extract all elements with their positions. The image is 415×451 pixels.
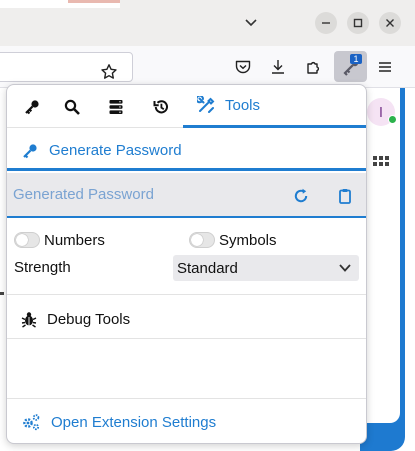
avatar[interactable]: I <box>367 98 397 126</box>
tools-icon <box>197 96 215 113</box>
hamburger-menu-icon[interactable] <box>372 54 398 80</box>
generate-password-button[interactable]: Generate Password <box>7 133 366 171</box>
divider <box>7 294 366 295</box>
symbols-toggle[interactable] <box>189 232 215 248</box>
numbers-label: Numbers <box>44 231 105 249</box>
tab-search[interactable] <box>55 85 89 128</box>
close-icon <box>386 19 394 27</box>
numbers-toggle[interactable] <box>14 232 40 248</box>
refresh-icon <box>294 188 308 203</box>
browser-tab[interactable] <box>0 0 120 8</box>
strength-value: Standard <box>177 259 238 277</box>
symbols-option: Symbols <box>189 229 277 251</box>
strength-select[interactable]: Standard <box>173 255 359 281</box>
history-icon <box>153 99 168 113</box>
search-icon <box>64 99 80 115</box>
page-text-fragment <box>0 292 4 295</box>
generated-password-field <box>7 173 366 218</box>
key-icon <box>23 143 37 158</box>
database-icon <box>109 99 123 114</box>
maximize-icon <box>353 18 363 28</box>
apps-grid-icon[interactable] <box>372 155 390 178</box>
divider <box>7 398 366 399</box>
keepassxc-popup: Tools Generate Password Numbers Symbols … <box>6 84 367 444</box>
divider <box>7 338 366 339</box>
tab-databases[interactable] <box>99 85 133 128</box>
titlebar <box>0 0 415 46</box>
symbols-label: Symbols <box>219 231 277 249</box>
chevron-down-icon <box>339 264 351 272</box>
debug-tools-button[interactable]: Debug Tools <box>7 301 366 337</box>
url-bar[interactable] <box>0 52 133 82</box>
maximize-button[interactable] <box>347 12 369 34</box>
extensions-icon[interactable] <box>301 54 327 80</box>
debug-tools-label: Debug Tools <box>47 310 131 328</box>
keepassxc-extension-button[interactable]: 1 <box>334 51 367 82</box>
generated-password-input[interactable] <box>13 186 273 203</box>
copy-password-button[interactable] <box>333 184 357 208</box>
strength-label: Strength <box>14 259 71 276</box>
tab-tools-label: Tools <box>225 96 261 114</box>
open-extension-settings-button[interactable]: Open Extension Settings <box>7 405 366 439</box>
chevron-down-icon[interactable] <box>241 13 261 33</box>
numbers-option: Numbers <box>14 229 105 251</box>
pocket-icon[interactable] <box>230 54 256 80</box>
extension-badge: 1 <box>350 54 362 64</box>
bug-icon <box>21 312 37 328</box>
tab-history[interactable] <box>144 85 178 128</box>
tab-tools[interactable]: Tools <box>183 85 366 128</box>
gears-icon <box>23 414 40 431</box>
avatar-letter: I <box>378 103 384 121</box>
generate-password-label: Generate Password <box>49 142 182 159</box>
close-button[interactable] <box>379 12 401 34</box>
key-icon <box>25 99 39 114</box>
download-icon[interactable] <box>265 54 291 80</box>
popup-tab-bar: Tools <box>7 85 366 128</box>
minimize-button[interactable] <box>315 12 337 34</box>
bookmark-star-icon[interactable] <box>100 63 118 86</box>
tab-credentials[interactable] <box>15 85 49 128</box>
regenerate-button[interactable] <box>289 184 313 208</box>
clipboard-icon <box>339 189 351 204</box>
open-extension-settings-label: Open Extension Settings <box>51 413 217 431</box>
minimize-icon <box>322 22 330 24</box>
